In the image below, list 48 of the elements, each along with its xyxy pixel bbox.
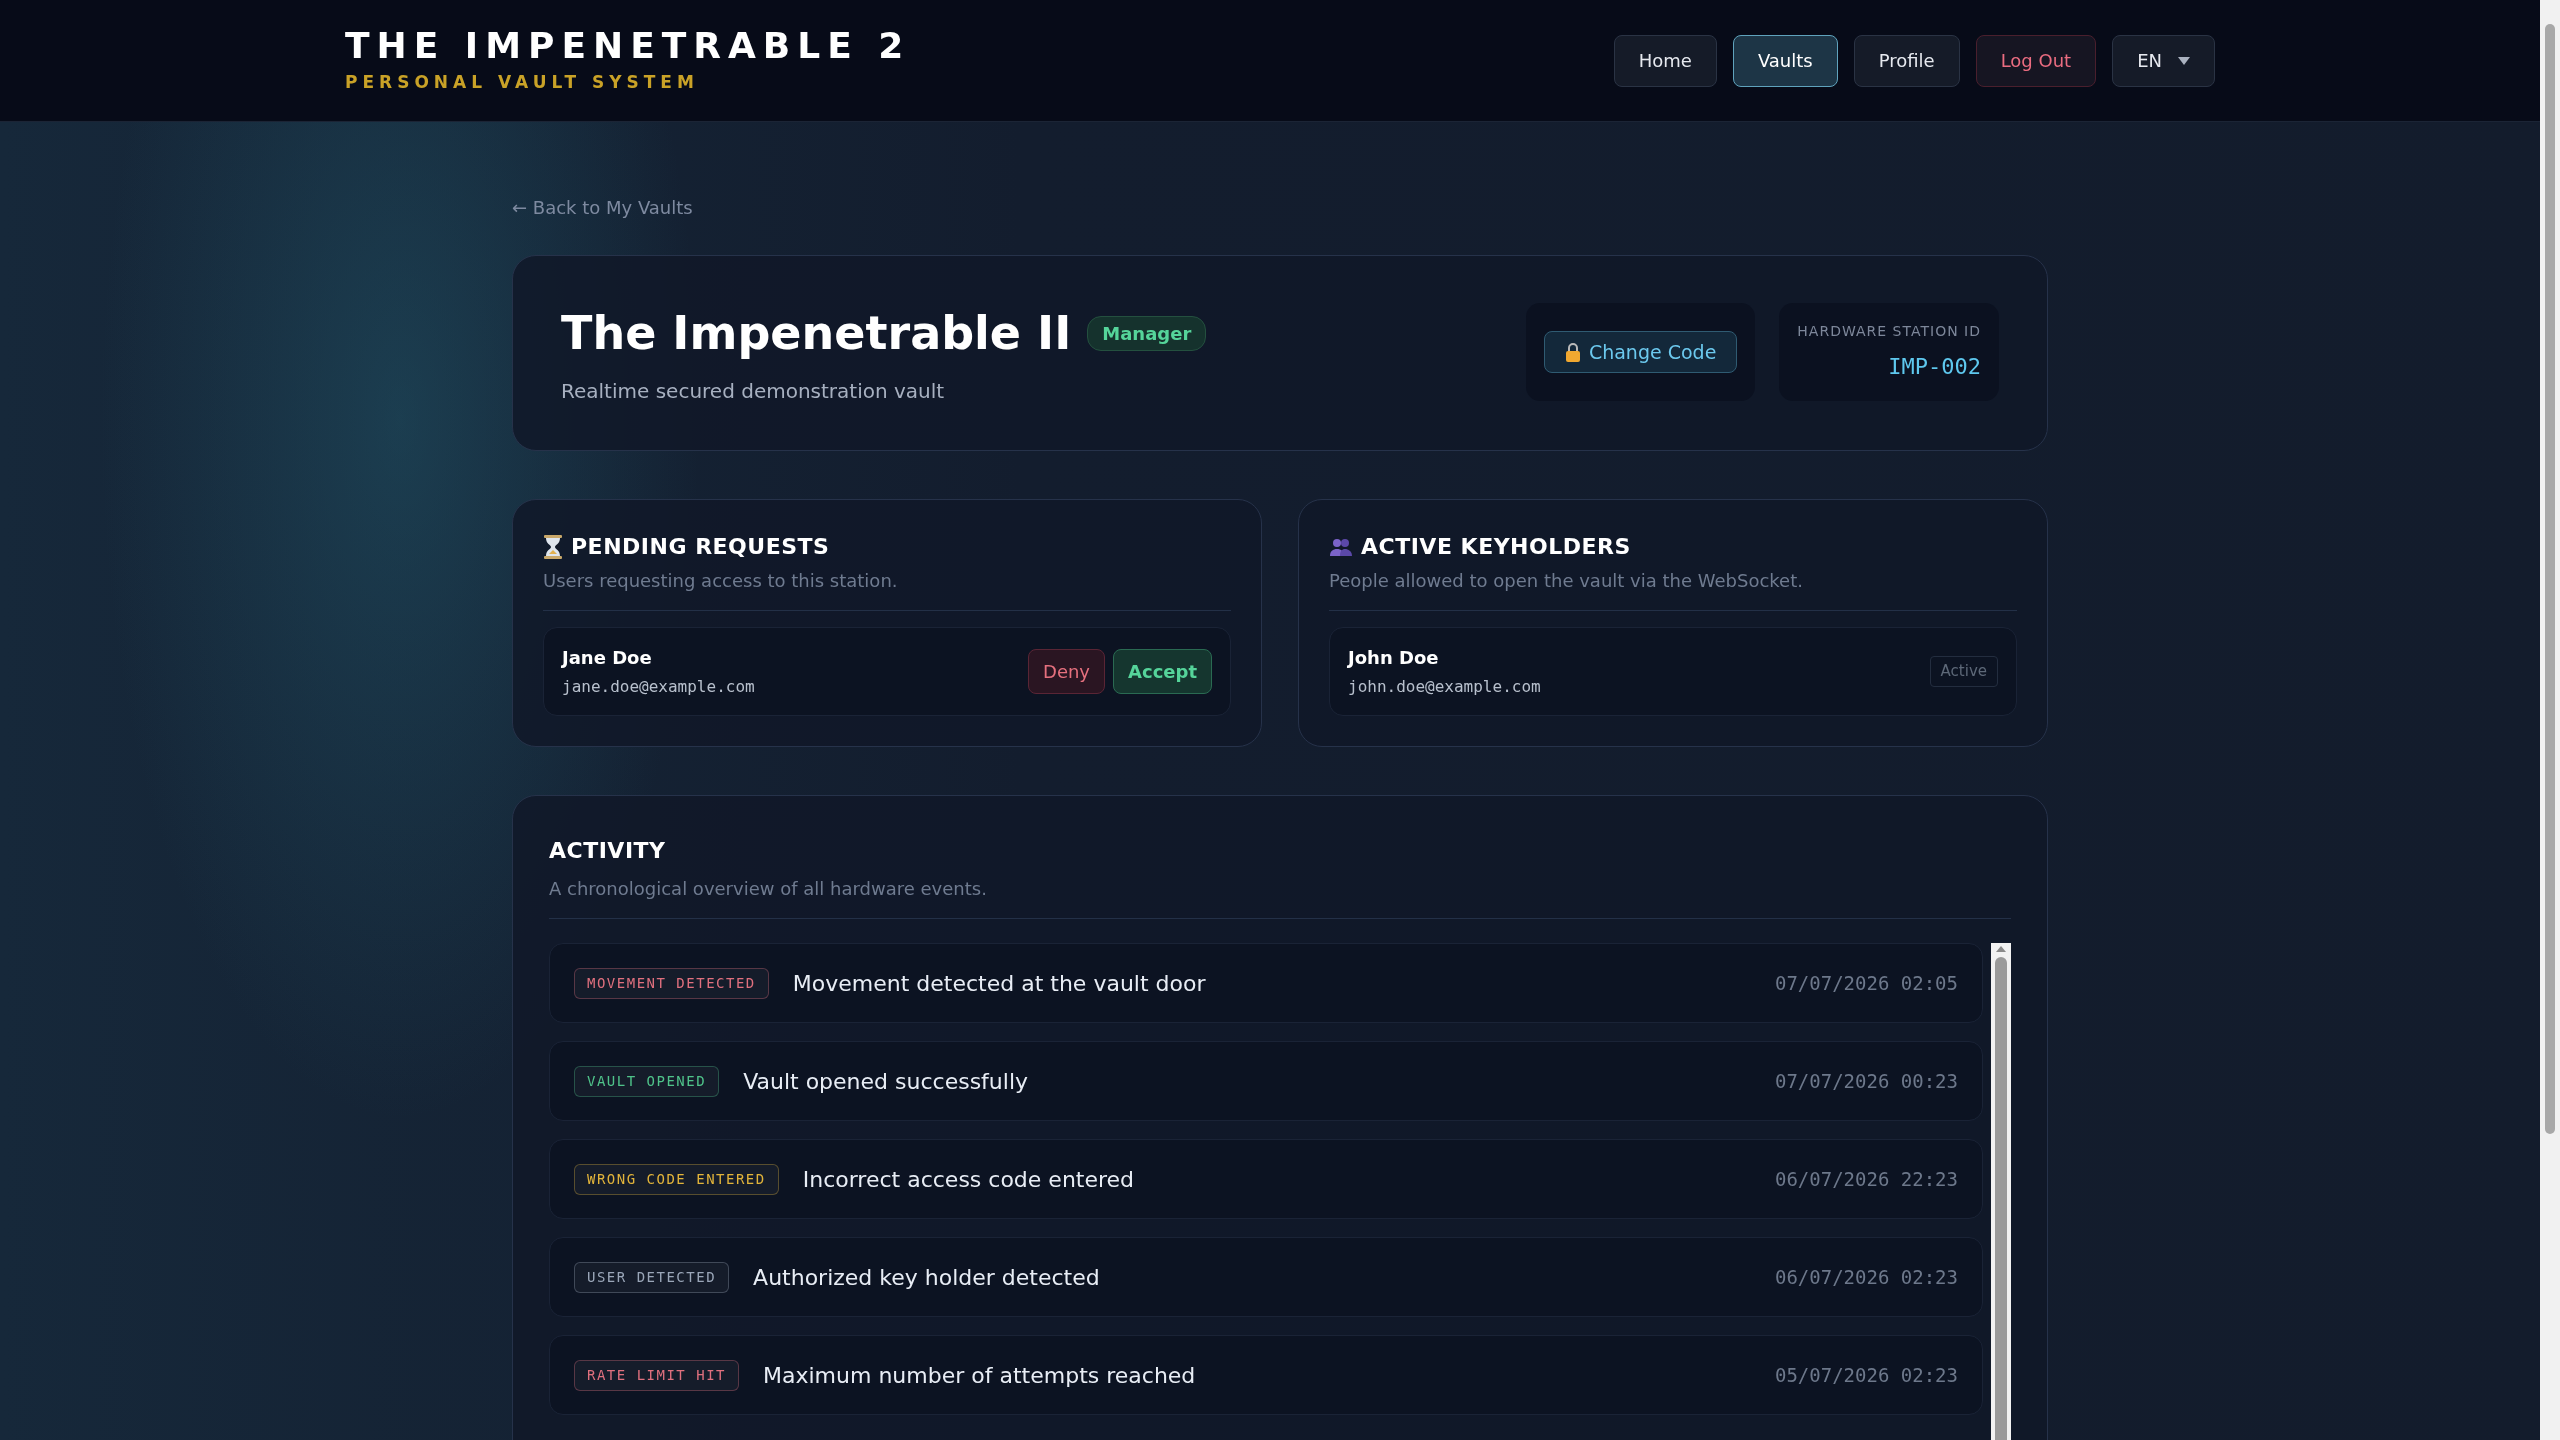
hourglass-icon (543, 534, 563, 559)
status-label: Active (1929, 656, 1998, 687)
vault-description: Realtime secured demonstration vault (561, 377, 946, 405)
event-time: 07/07/2026 00:23 (1774, 1068, 1958, 1094)
nav-button[interactable]: Home (1613, 34, 1717, 87)
deny-button[interactable]: Deny (1028, 649, 1106, 694)
event-message: Movement detected at the vault door (792, 969, 1207, 998)
page-scrollbar[interactable] (2540, 0, 2560, 1440)
event-tag: WRONG CODE ENTERED (574, 1163, 779, 1195)
lock-icon (1564, 342, 1581, 362)
event-message: Maximum number of attempts reached (763, 1361, 1197, 1390)
event-time: 05/07/2026 02:23 (1774, 1362, 1958, 1388)
vault-title: The Impenetrable II (561, 304, 1072, 362)
event-message: Vault opened successfully (743, 1067, 1030, 1096)
event-message: Authorized key holder detected (753, 1263, 1101, 1292)
section-title: PENDING REQUESTS (571, 533, 830, 561)
caret-icon (2178, 55, 2190, 66)
nav-button[interactable]: Vaults (1732, 34, 1838, 87)
event-time: 06/07/2026 22:23 (1774, 1166, 1958, 1192)
event-tag: RATE LIMIT HIT (574, 1359, 739, 1391)
nav-button[interactable]: Log Out (1975, 34, 2097, 87)
section-subtitle: People allowed to open the vault via the WebSocket. (1329, 569, 1804, 593)
event-tag: USER DETECTED (574, 1261, 730, 1293)
event-time: 06/07/2026 02:23 (1774, 1264, 1958, 1290)
event-message: Incorrect access code entered (802, 1165, 1136, 1194)
section-title: ACTIVITY (549, 837, 667, 865)
user-name: John Doe (1348, 646, 1440, 670)
site-subtitle: PERSONAL VAULT SYSTEM (345, 70, 700, 94)
change-code-button[interactable]: Change Code (1543, 330, 1738, 374)
event-tag: MOVEMENT DETECTED (574, 967, 769, 999)
station-id: IMP-002 (1887, 353, 1981, 381)
role-badge: Manager (1087, 315, 1207, 351)
people-icon (1329, 536, 1353, 557)
user-email: john.doe@example.com (1348, 676, 1541, 698)
nav-button[interactable]: Profile (1853, 34, 1960, 87)
event-tag: VAULT OPENED (574, 1065, 720, 1097)
scrollbar[interactable] (1991, 943, 2011, 1440)
user-email: jane.doe@example.com (562, 676, 755, 698)
language-dropdown[interactable]: EN (2112, 34, 2215, 87)
site-title: THE IMPENETRABLE 2 (345, 25, 911, 66)
accept-button[interactable]: Accept (1113, 649, 1212, 694)
section-title: ACTIVE KEYHOLDERS (1361, 533, 1631, 561)
back-link[interactable]: ← Back to My Vaults (512, 197, 693, 218)
section-subtitle: A chronological overview of all hardware events. (549, 877, 988, 901)
user-name: Jane Doe (562, 646, 653, 670)
event-time: 07/07/2026 02:05 (1774, 970, 1958, 996)
section-subtitle: Users requesting access to this station. (543, 569, 899, 593)
station-label: HARDWARE STATION ID (1797, 322, 1981, 341)
